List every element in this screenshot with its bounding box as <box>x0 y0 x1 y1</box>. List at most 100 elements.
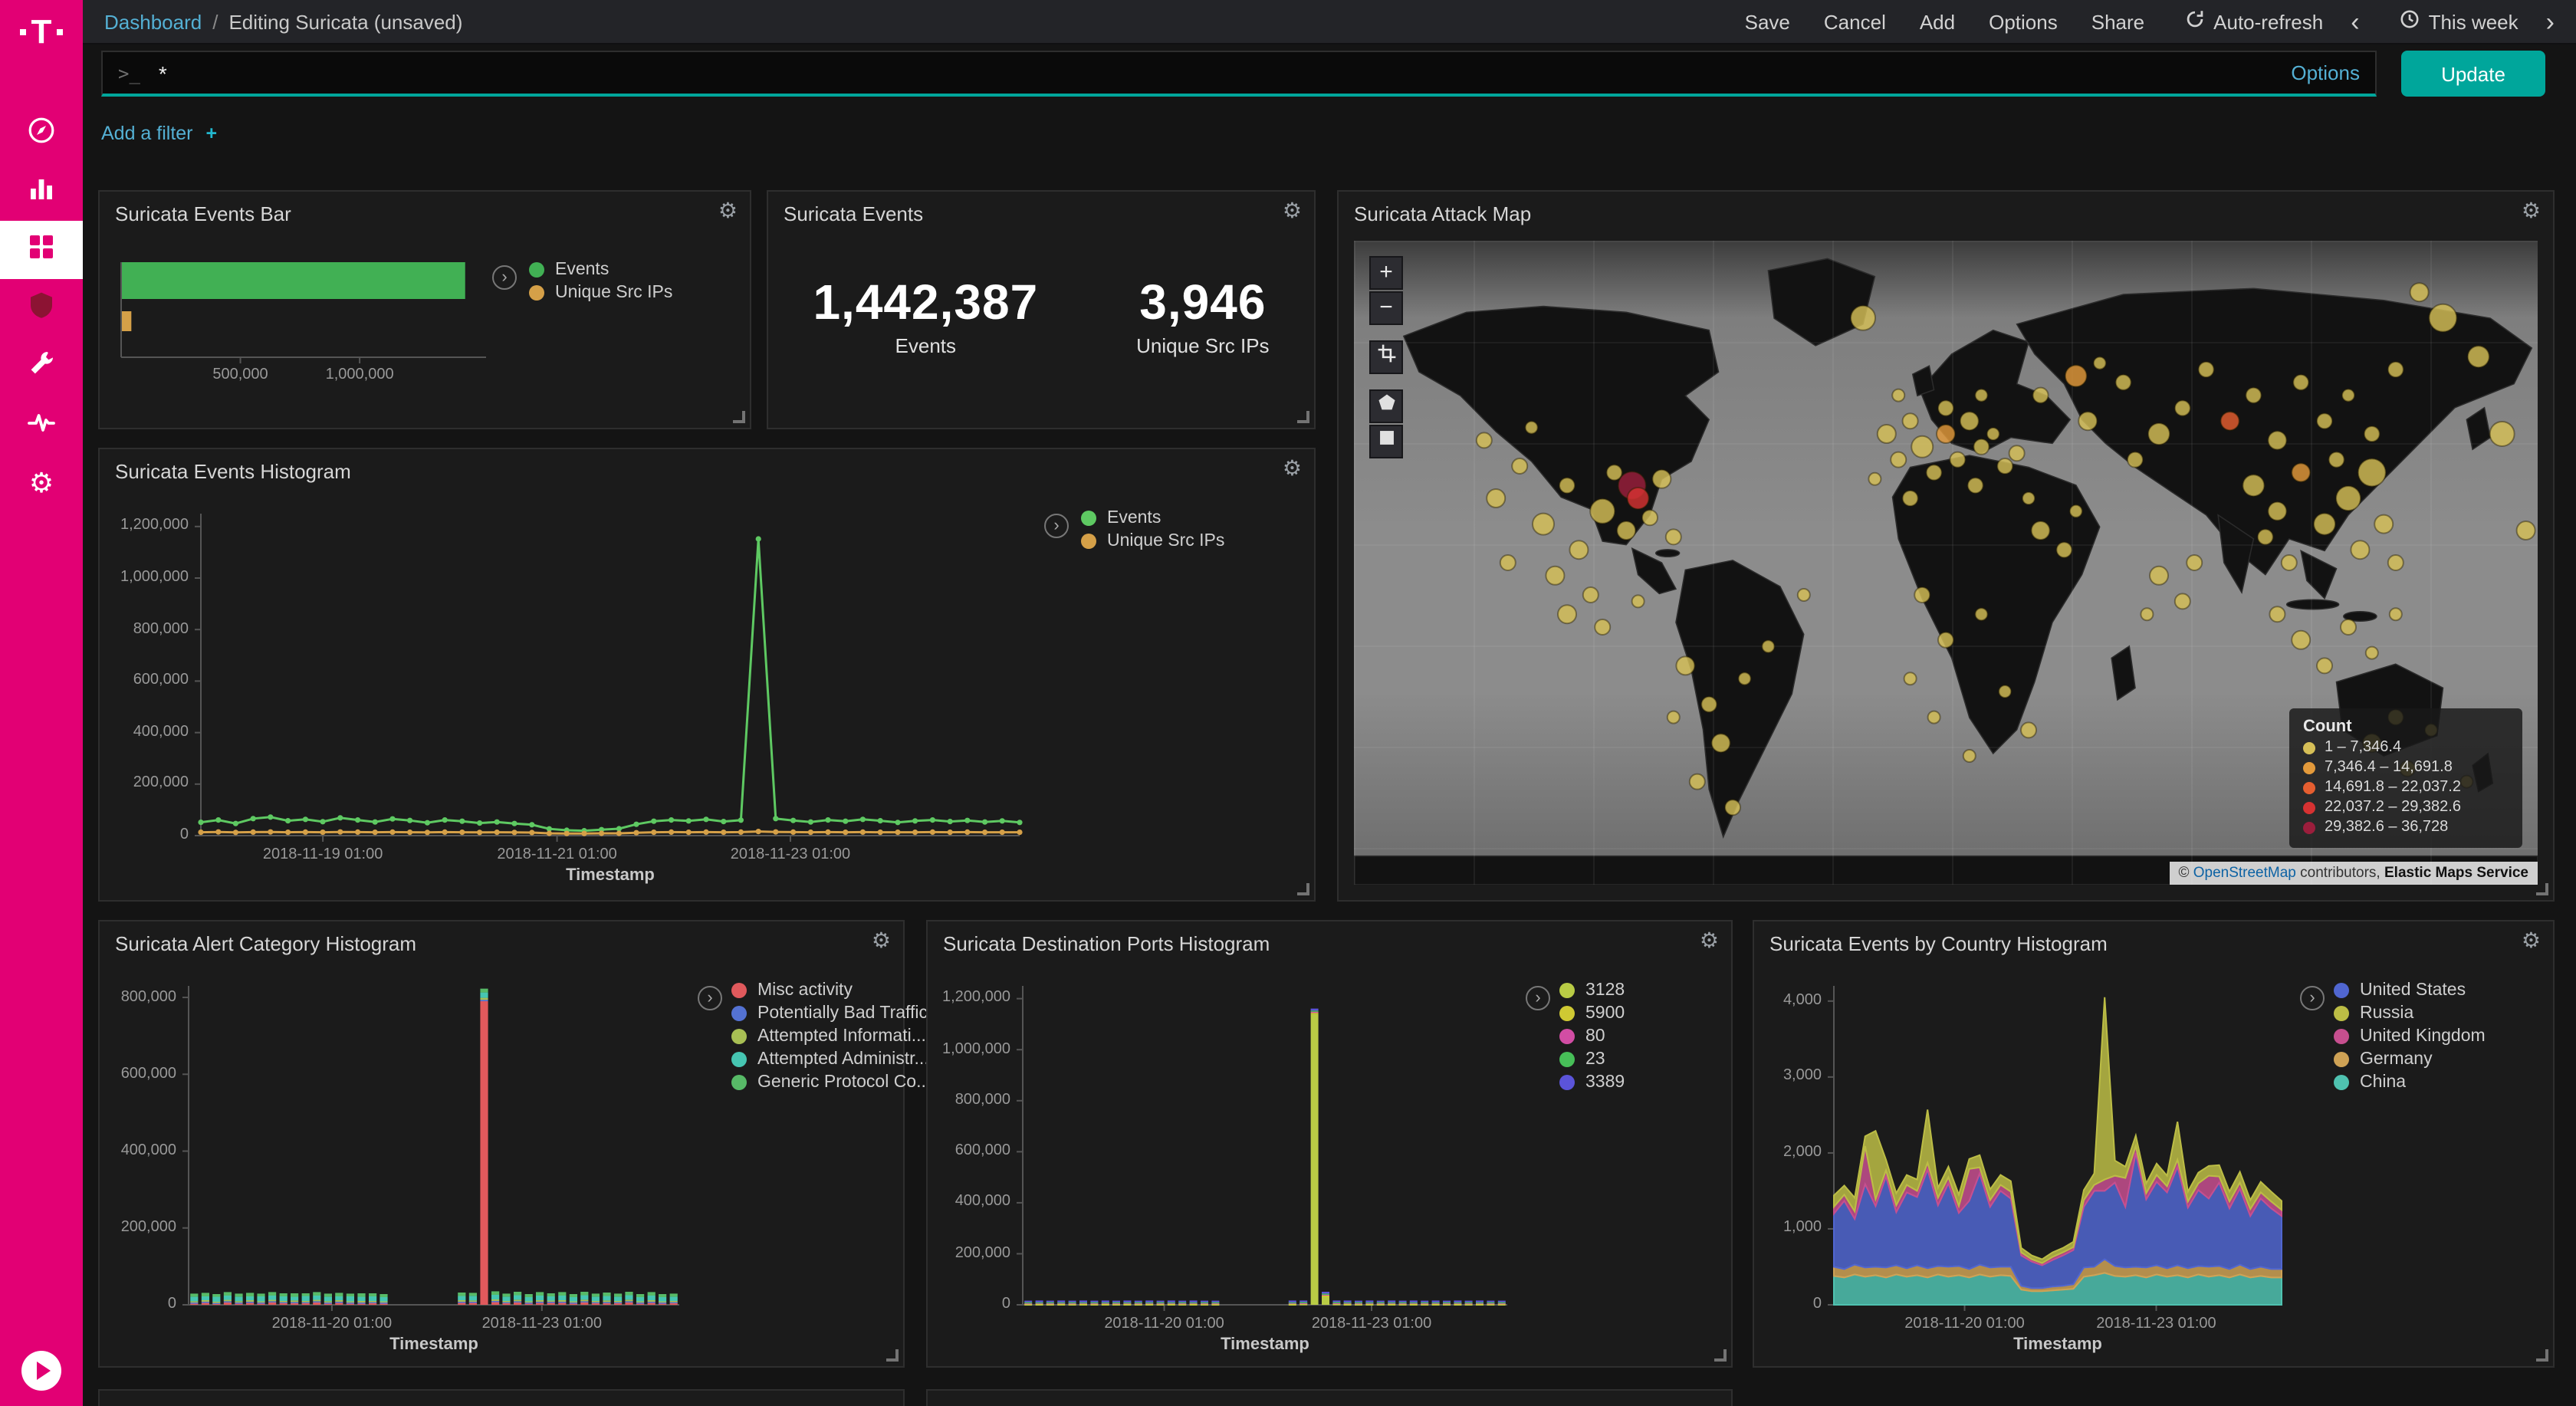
legend-item[interactable]: 3389 <box>1559 1073 1625 1092</box>
attack-point[interactable] <box>1911 436 1933 458</box>
attack-point[interactable] <box>2116 375 2131 390</box>
attack-point[interactable] <box>2221 412 2239 430</box>
topnav-action-share[interactable]: Share <box>2091 10 2144 33</box>
sidebar-item-siem[interactable] <box>0 279 83 337</box>
legend-toggle[interactable]: › <box>492 265 517 290</box>
time-range-picker[interactable]: This week <box>2400 9 2518 34</box>
legend-item[interactable]: 1 – 7,346.4 <box>2303 739 2509 756</box>
attack-point[interactable] <box>2374 515 2393 534</box>
destination-ports-chart[interactable]: 0200,000400,000600,000800,0001,000,0001,… <box>937 974 1520 1357</box>
legend-toggle[interactable]: › <box>2300 986 2325 1010</box>
legend-item[interactable]: Germany <box>2334 1050 2486 1069</box>
attack-point[interactable] <box>1617 521 1635 540</box>
panel-gear-icon[interactable]: ⚙ <box>1700 929 1719 951</box>
topnav-action-save[interactable]: Save <box>1745 10 1790 33</box>
attack-point[interactable] <box>1997 458 2013 474</box>
attack-point[interactable] <box>2336 486 2361 511</box>
attack-point[interactable] <box>1487 489 1505 508</box>
attack-point[interactable] <box>1975 608 1987 620</box>
attack-point[interactable] <box>2390 608 2402 620</box>
events-bar-chart[interactable]: 500,0001,000,000 <box>115 247 498 406</box>
draw-polygon-button[interactable] <box>1369 389 1403 423</box>
attack-point[interactable] <box>1652 470 1671 488</box>
attack-point[interactable] <box>2175 400 2190 416</box>
resize-handle[interactable] <box>886 1349 899 1362</box>
attack-point[interactable] <box>1762 640 1774 652</box>
attack-point[interactable] <box>2388 362 2404 377</box>
attack-point[interactable] <box>1676 656 1694 675</box>
attack-point[interactable] <box>1533 514 1554 535</box>
attack-point[interactable] <box>1595 619 1610 635</box>
attack-point[interactable] <box>2078 412 2097 430</box>
attack-point[interactable] <box>1968 478 1983 493</box>
zoom-out-button[interactable]: − <box>1369 291 1403 325</box>
attack-point[interactable] <box>1642 510 1658 525</box>
legend-item[interactable]: 23 <box>1559 1050 1625 1069</box>
attack-point[interactable] <box>1892 389 1904 402</box>
legend-item[interactable]: Misc activity <box>731 981 931 1000</box>
topnav-action-cancel[interactable]: Cancel <box>1824 10 1886 33</box>
attack-point[interactable] <box>1701 697 1717 712</box>
panel-gear-icon[interactable]: ⚙ <box>2522 199 2541 221</box>
attack-point[interactable] <box>2056 542 2072 557</box>
attack-point[interactable] <box>1868 473 1881 485</box>
legend-item[interactable]: Attempted Administr... <box>731 1050 931 1069</box>
legend-toggle[interactable]: › <box>1044 514 1069 538</box>
time-forward-button[interactable]: › <box>2546 8 2555 34</box>
sidebar-item-dashboard[interactable] <box>0 221 83 279</box>
attack-point[interactable] <box>2292 463 2310 481</box>
attack-point[interactable] <box>1558 605 1576 623</box>
fit-bounds-button[interactable] <box>1369 340 1403 374</box>
legend-item[interactable]: United Kingdom <box>2334 1027 2486 1046</box>
attack-point[interactable] <box>2317 413 2332 429</box>
attack-point[interactable] <box>1739 672 1751 685</box>
attack-point[interactable] <box>1628 488 1649 509</box>
legend-item[interactable]: Unique Src IPs <box>529 284 672 302</box>
time-back-button[interactable]: ‹ <box>2351 8 2359 34</box>
attack-point[interactable] <box>1963 750 1976 762</box>
attack-point[interactable] <box>1927 465 1942 480</box>
alert-category-chart[interactable]: 0200,000400,000600,000800,0002018-11-20 … <box>109 974 692 1357</box>
legend-item[interactable]: 29,382.6 – 36,728 <box>2303 819 2509 836</box>
attack-point[interactable] <box>1938 632 1953 648</box>
add-filter-link[interactable]: Add a filter <box>101 123 193 144</box>
attack-point[interactable] <box>1632 595 1644 607</box>
attack-point[interactable] <box>2269 606 2285 622</box>
attack-point[interactable] <box>2246 388 2261 403</box>
attack-point[interactable] <box>2292 631 2310 649</box>
search-input[interactable]: >_ * Options <box>101 51 2377 97</box>
attack-point[interactable] <box>1500 555 1516 570</box>
legend-toggle[interactable]: › <box>698 986 722 1010</box>
attack-point[interactable] <box>2282 555 2297 570</box>
attack-point[interactable] <box>1904 672 1917 685</box>
attack-point[interactable] <box>1725 800 1740 815</box>
sidebar-expand-button[interactable] <box>21 1351 61 1391</box>
attack-point[interactable] <box>2341 619 2356 635</box>
attack-point[interactable] <box>2148 423 2170 445</box>
attack-point[interactable] <box>1712 734 1730 752</box>
topnav-action-options[interactable]: Options <box>1989 10 2058 33</box>
attack-point[interactable] <box>1903 413 1918 429</box>
attack-point[interactable] <box>1938 400 1953 416</box>
attack-point[interactable] <box>2187 555 2202 570</box>
world-map[interactable]: + − <box>1354 241 2538 885</box>
attack-point[interactable] <box>2128 452 2143 468</box>
legend-item[interactable]: Attempted Informati... <box>731 1027 931 1046</box>
attack-point[interactable] <box>1690 774 1705 790</box>
legend-item[interactable]: 7,346.4 – 14,691.8 <box>2303 759 2509 776</box>
legend-item[interactable]: 14,691.8 – 22,037.2 <box>2303 779 2509 796</box>
sidebar-item-dev-tools[interactable] <box>0 337 83 396</box>
attack-point[interactable] <box>1973 439 1989 455</box>
attack-point[interactable] <box>2242 475 2264 496</box>
draw-rectangle-button[interactable] <box>1369 425 1403 458</box>
attack-point[interactable] <box>2364 426 2380 442</box>
auto-refresh-button[interactable]: Auto-refresh <box>2184 9 2323 34</box>
attack-point[interactable] <box>2021 722 2036 737</box>
sidebar-item-monitoring[interactable] <box>0 396 83 454</box>
attack-point[interactable] <box>1477 432 1492 448</box>
attack-point[interactable] <box>1668 711 1680 724</box>
update-button[interactable]: Update <box>2401 51 2545 97</box>
panel-gear-icon[interactable]: ⚙ <box>1283 199 1302 221</box>
legend-item[interactable]: 80 <box>1559 1027 1625 1046</box>
panel-gear-icon[interactable]: ⚙ <box>2522 929 2541 951</box>
